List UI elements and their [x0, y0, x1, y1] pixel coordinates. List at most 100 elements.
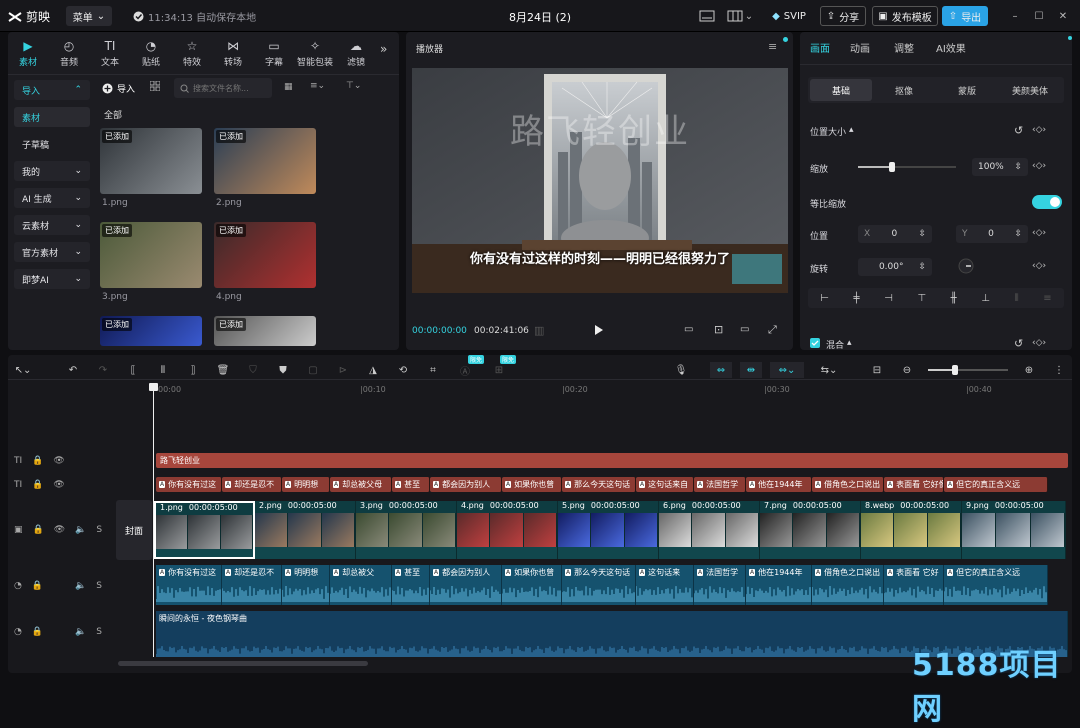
video-clip[interactable]: 8.webp 00:00:05:00: [861, 501, 962, 559]
voice-clip[interactable]: A 你有没有过这: [156, 565, 222, 605]
caption-clip[interactable]: A 都会因为别人: [430, 477, 502, 492]
view-mode-icon[interactable]: ▦: [284, 82, 293, 92]
position-x-field[interactable]: X 0 ⇳: [858, 225, 932, 243]
auto-snap-icon[interactable]: ⇹: [740, 362, 762, 378]
prop-subtab-3[interactable]: 美颜美体: [999, 79, 1061, 101]
voice-clip[interactable]: A 却还是忍不: [222, 565, 282, 605]
asset-tab-3[interactable]: ◔ 贴纸: [131, 36, 171, 70]
sidebar-item-0[interactable]: 导入 ⌃: [14, 80, 90, 100]
share-button[interactable]: ⇪ 分享: [820, 6, 866, 26]
redo-icon[interactable]: ↷: [94, 362, 112, 378]
voice-clip[interactable]: A 这句话来: [636, 565, 694, 605]
asset-tab-4[interactable]: ☆ 特效: [172, 36, 212, 70]
uniform-scale-toggle[interactable]: [1032, 195, 1062, 209]
sidebar-item-5[interactable]: 云素材 ⌄: [14, 215, 90, 235]
blend-section[interactable]: 混合 ▴: [826, 338, 852, 351]
sidebar-item-7[interactable]: 即梦AI ⌄: [14, 269, 90, 289]
media-thumbnail[interactable]: 已添加: [100, 316, 202, 346]
playhead-handle[interactable]: [149, 383, 158, 391]
video-clip[interactable]: 4.png 00:00:05:00: [457, 501, 558, 559]
sidebar-item-3[interactable]: 我的 ⌄: [14, 161, 90, 181]
distribute-v-icon[interactable]: ≡: [1043, 293, 1051, 304]
sort-icon[interactable]: ≡⌄: [310, 81, 325, 91]
split-left-icon[interactable]: ⦀: [154, 362, 172, 378]
sidebar-item-1[interactable]: 素材: [14, 107, 90, 127]
reverse-play-icon[interactable]: ⊳: [334, 362, 352, 378]
zoom-in-icon[interactable]: ⊕: [1020, 362, 1038, 378]
scale-field[interactable]: 100% ⇳: [972, 158, 1028, 176]
ratio-icon[interactable]: ▭: [740, 324, 749, 335]
menu-button[interactable]: 菜单 ⌄: [66, 6, 112, 26]
more-options-icon[interactable]: ⋮: [1050, 362, 1068, 378]
smart-text-icon[interactable]: Ⓐ: [456, 362, 474, 378]
search-box[interactable]: [174, 78, 273, 98]
caption-clip[interactable]: A 但它的真正含义远: [944, 477, 1048, 492]
solo-icon[interactable]: S: [96, 581, 102, 591]
solo-icon[interactable]: S: [96, 525, 102, 535]
mute-icon[interactable]: 🔈: [75, 627, 86, 637]
caption-clip[interactable]: A 法国哲学: [694, 477, 746, 492]
rotate-dial-icon[interactable]: [958, 258, 974, 274]
media-thumbnail[interactable]: 已添加: [100, 128, 202, 194]
stepper-icon[interactable]: ⇳: [918, 262, 926, 272]
lock-icon[interactable]: 🔒: [33, 525, 44, 535]
rotate-field[interactable]: 0.00° ⇳: [858, 258, 932, 276]
grid-view-icon[interactable]: [150, 81, 160, 91]
align-vcenter-icon[interactable]: ╫: [951, 293, 957, 304]
position-keyframe-icon[interactable]: ‹◇›: [1032, 228, 1046, 238]
undo-icon[interactable]: ↶: [64, 362, 82, 378]
eye-icon[interactable]: 👁: [53, 456, 64, 466]
voice-clip[interactable]: A 那么今天这句话: [562, 565, 636, 605]
align-left-icon[interactable]: ⊢: [820, 293, 829, 304]
media-thumbnail[interactable]: 已添加: [100, 222, 202, 288]
reset-icon[interactable]: ↺: [1014, 124, 1023, 137]
layout-chevron-icon[interactable]: ⌄: [742, 7, 756, 25]
video-clip[interactable]: 6.png 00:00:05:00: [659, 501, 760, 559]
align-hcenter-icon[interactable]: ╪: [854, 293, 860, 304]
caption-clip[interactable]: A 明明想: [282, 477, 330, 492]
voice-clip[interactable]: A 甚至: [392, 565, 430, 605]
scale-slider-handle[interactable]: [889, 162, 896, 172]
sidebar-item-4[interactable]: AI 生成 ⌄: [14, 188, 90, 208]
caption-clip[interactable]: A 借角色之口说出: [812, 477, 884, 492]
play-button[interactable]: [594, 324, 604, 336]
delete-icon[interactable]: 🗑: [214, 362, 232, 378]
asset-tab-0[interactable]: ▶ 素材: [8, 36, 48, 70]
lock-icon[interactable]: 🔒: [32, 480, 43, 490]
caption-icon[interactable]: ⊟: [868, 362, 886, 378]
timeline-grid-icon[interactable]: ▥: [534, 324, 544, 337]
align-bottom-icon[interactable]: ⊥: [981, 293, 990, 304]
prop-subtab-0[interactable]: 基础: [810, 79, 872, 101]
align-top-icon[interactable]: ⊤: [917, 293, 926, 304]
lock-icon[interactable]: 🔒: [32, 627, 43, 637]
media-thumbnail[interactable]: 已添加: [214, 222, 316, 288]
stepper-icon[interactable]: ⇳: [1014, 162, 1022, 172]
video-clip[interactable]: 3.png 00:00:05:00: [356, 501, 457, 559]
title-text-clip[interactable]: 路飞轻创业: [156, 453, 1068, 468]
minimize-icon[interactable]: –: [1004, 7, 1026, 25]
voice-clip[interactable]: A 但它的真正含义远: [944, 565, 1048, 605]
search-input[interactable]: [193, 83, 273, 93]
caption-clip[interactable]: A 表面看 它好像: [884, 477, 944, 492]
zoom-slider[interactable]: [928, 365, 1008, 375]
asset-tab-5[interactable]: ⋈ 转场: [213, 36, 253, 70]
split-icon[interactable]: ⟦: [124, 362, 142, 378]
svip-badge[interactable]: ◆ SVIP: [766, 6, 812, 26]
eye-icon[interactable]: 👁: [53, 480, 64, 490]
mute-icon[interactable]: 🔈: [75, 581, 86, 591]
stepper-icon[interactable]: ⇳: [918, 229, 926, 239]
mute-icon[interactable]: 🔈: [75, 525, 86, 535]
stepper-icon[interactable]: ⇳: [1014, 229, 1022, 239]
prop-subtab-2[interactable]: 蒙版: [936, 79, 998, 101]
video-clip[interactable]: 5.png 00:00:05:00: [558, 501, 659, 559]
keyboard-icon[interactable]: [696, 7, 718, 25]
import-button[interactable]: 导入: [102, 78, 135, 98]
publish-template-button[interactable]: ▣ 发布模板: [872, 6, 938, 26]
close-icon[interactable]: ✕: [1052, 7, 1074, 25]
caption-clip[interactable]: A 如果你也曾: [502, 477, 562, 492]
zoom-handle[interactable]: [952, 365, 958, 375]
voice-clip[interactable]: A 都会因为别人: [430, 565, 502, 605]
position-size-section[interactable]: 位置大小 ▴: [810, 125, 854, 138]
frame-icon[interactable]: ▢: [304, 362, 322, 378]
voice-clip[interactable]: A 借角色之口说出: [812, 565, 884, 605]
